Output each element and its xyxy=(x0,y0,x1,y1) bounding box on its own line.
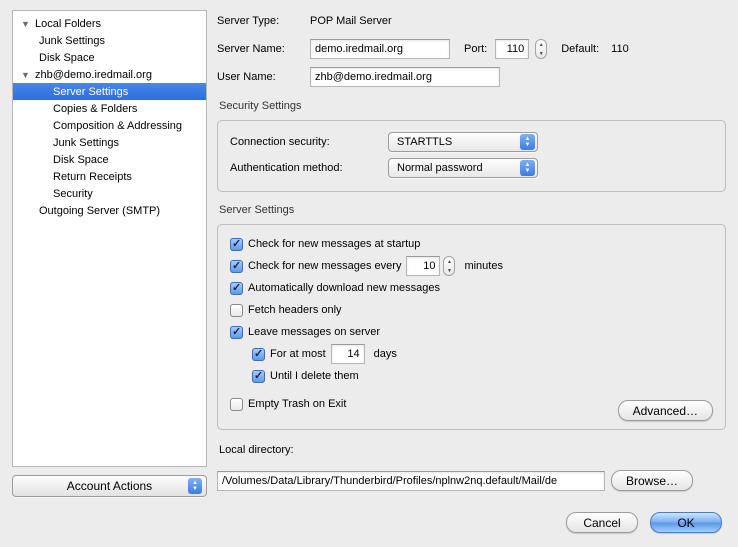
connection-security-label: Connection security: xyxy=(230,136,380,148)
ok-button-label: OK xyxy=(677,516,694,530)
for-at-most-suffix: days xyxy=(374,348,397,360)
tree-label: Disk Space xyxy=(39,52,95,64)
tree-item-junk-settings[interactable]: Junk Settings xyxy=(13,32,206,49)
tree-label: Composition & Addressing xyxy=(53,120,182,132)
tree-item-copies-folders[interactable]: Copies & Folders xyxy=(13,100,206,117)
empty-trash-checkbox[interactable] xyxy=(230,398,243,411)
fetch-headers-label: Fetch headers only xyxy=(248,304,342,316)
local-directory-label: Local directory: xyxy=(219,444,726,456)
select-value: Normal password xyxy=(397,162,483,174)
port-label: Port: xyxy=(464,43,487,55)
user-name-label: User Name: xyxy=(217,71,302,83)
tree-label: Security xyxy=(53,188,93,200)
tree-item-return-receipts[interactable]: Return Receipts xyxy=(13,168,206,185)
tree-label: Junk Settings xyxy=(39,35,105,47)
port-input[interactable] xyxy=(495,39,529,59)
auth-method-label: Authentication method: xyxy=(230,162,380,174)
user-name-input[interactable] xyxy=(310,67,500,87)
select-value: STARTTLS xyxy=(397,136,452,148)
connection-security-select[interactable]: STARTTLS ▲▼ xyxy=(388,132,538,152)
until-delete-label: Until I delete them xyxy=(270,370,359,382)
tree-item-account[interactable]: ▼ zhb@demo.iredmail.org xyxy=(13,66,206,83)
tree-item-junk-settings-acct[interactable]: Junk Settings xyxy=(13,134,206,151)
empty-trash-label: Empty Trash on Exit xyxy=(248,398,346,410)
settings-panel: Server Type: POP Mail Server Server Name… xyxy=(217,10,726,497)
tree-item-disk-space-acct[interactable]: Disk Space xyxy=(13,151,206,168)
tree-label: Local Folders xyxy=(35,18,101,30)
cancel-button-label: Cancel xyxy=(583,516,620,530)
ok-button[interactable]: OK xyxy=(650,512,722,533)
default-port-value: 110 xyxy=(611,43,629,55)
account-tree: ▼ Local Folders Junk Settings Disk Space… xyxy=(12,10,207,467)
for-at-most-checkbox[interactable] xyxy=(252,348,265,361)
auto-download-checkbox[interactable] xyxy=(230,282,243,295)
default-label: Default: xyxy=(561,43,599,55)
tree-label: Outgoing Server (SMTP) xyxy=(39,205,160,217)
security-settings-title: Security Settings xyxy=(219,100,726,112)
tree-label: Server Settings xyxy=(53,86,128,98)
updown-arrows-icon: ▲▼ xyxy=(520,134,535,150)
port-stepper[interactable]: ▲▼ xyxy=(535,39,547,59)
tree-item-local-folders[interactable]: ▼ Local Folders xyxy=(13,15,206,32)
account-actions-menu[interactable]: Account Actions ▲▼ xyxy=(12,475,207,497)
until-delete-checkbox[interactable] xyxy=(252,370,265,383)
server-type-label: Server Type: xyxy=(217,15,302,27)
server-type-value: POP Mail Server xyxy=(310,15,392,27)
browse-button-label: Browse… xyxy=(626,474,678,488)
check-every-input[interactable] xyxy=(406,256,440,276)
server-name-label: Server Name: xyxy=(217,43,302,55)
check-every-checkbox[interactable] xyxy=(230,260,243,273)
disclosure-triangle-icon: ▼ xyxy=(21,70,31,80)
minutes-stepper[interactable]: ▲▼ xyxy=(443,256,455,276)
check-startup-checkbox[interactable] xyxy=(230,238,243,251)
local-directory-input[interactable] xyxy=(217,471,605,491)
security-settings-group: Connection security: STARTTLS ▲▼ Authent… xyxy=(217,120,726,192)
auto-download-label: Automatically download new messages xyxy=(248,282,440,294)
cancel-button[interactable]: Cancel xyxy=(566,512,638,533)
check-every-suffix: minutes xyxy=(464,260,503,272)
server-settings-title: Server Settings xyxy=(219,204,726,216)
tree-label: Junk Settings xyxy=(53,137,119,149)
auth-method-select[interactable]: Normal password ▲▼ xyxy=(388,158,538,178)
tree-item-outgoing-smtp[interactable]: Outgoing Server (SMTP) xyxy=(13,202,206,219)
browse-button[interactable]: Browse… xyxy=(611,470,693,491)
fetch-headers-checkbox[interactable] xyxy=(230,304,243,317)
tree-label: Disk Space xyxy=(53,154,109,166)
tree-item-server-settings[interactable]: Server Settings xyxy=(13,83,206,100)
tree-label: Copies & Folders xyxy=(53,103,137,115)
advanced-button[interactable]: Advanced… xyxy=(618,400,713,421)
for-at-most-prefix: For at most xyxy=(270,348,326,360)
advanced-button-label: Advanced… xyxy=(633,404,698,418)
disclosure-triangle-icon: ▼ xyxy=(21,19,31,29)
updown-arrows-icon: ▲▼ xyxy=(520,160,535,176)
server-settings-group: Check for new messages at startup Check … xyxy=(217,224,726,430)
check-startup-label: Check for new messages at startup xyxy=(248,238,420,250)
for-at-most-input[interactable] xyxy=(331,344,365,364)
account-actions-label: Account Actions xyxy=(67,479,152,493)
leave-on-server-checkbox[interactable] xyxy=(230,326,243,339)
updown-arrows-icon: ▲▼ xyxy=(188,478,202,494)
tree-label: zhb@demo.iredmail.org xyxy=(35,69,152,81)
leave-on-server-label: Leave messages on server xyxy=(248,326,380,338)
tree-item-security[interactable]: Security xyxy=(13,185,206,202)
server-name-input[interactable] xyxy=(310,39,450,59)
tree-item-disk-space[interactable]: Disk Space xyxy=(13,49,206,66)
tree-label: Return Receipts xyxy=(53,171,132,183)
tree-item-composition[interactable]: Composition & Addressing xyxy=(13,117,206,134)
check-every-prefix: Check for new messages every xyxy=(248,260,401,272)
